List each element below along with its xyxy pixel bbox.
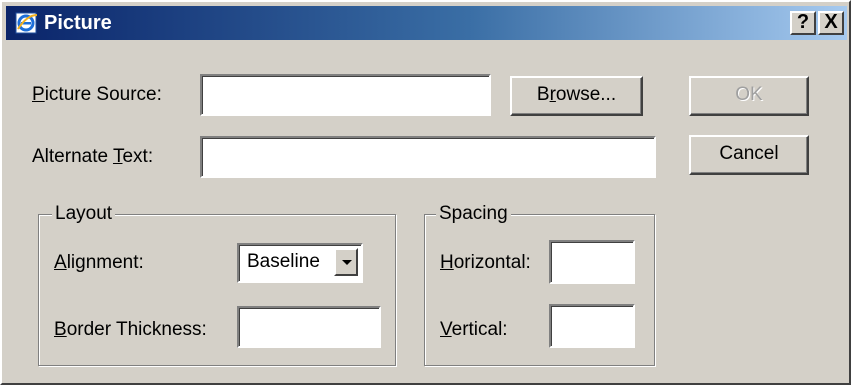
horizontal-label-accel: H: [440, 252, 454, 273]
border-thickness-input[interactable]: [237, 306, 381, 348]
horizontal-label-text: orizontal:: [453, 252, 531, 273]
vertical-label: Vertical:: [440, 319, 508, 341]
alternate-text-label: Alternate Text:: [32, 146, 153, 168]
alternate-text-label-post: ext:: [122, 146, 154, 167]
layout-group-title: Layout: [52, 204, 116, 224]
alignment-label-accel: A: [54, 252, 67, 273]
close-button[interactable]: X: [818, 11, 844, 35]
title-bar[interactable]: Picture ? X: [6, 6, 847, 40]
alignment-label: Alignment:: [54, 252, 144, 274]
picture-dialog: Picture ? X Picture Source: Browse... OK…: [0, 0, 851, 385]
alignment-label-text: lignment:: [66, 252, 144, 273]
window-title: Picture: [44, 12, 112, 34]
chevron-down-icon[interactable]: [334, 248, 358, 276]
border-thickness-label: Border Thickness:: [54, 319, 207, 341]
border-thickness-label-accel: B: [54, 319, 67, 340]
vertical-spacing-input[interactable]: [549, 304, 635, 348]
help-button[interactable]: ?: [790, 11, 816, 35]
alternate-text-label-pre: Alternate: [32, 146, 113, 167]
ok-button[interactable]: OK: [689, 76, 809, 116]
horizontal-spacing-input[interactable]: [549, 240, 635, 284]
browse-button[interactable]: Browse...: [510, 76, 643, 116]
vertical-label-accel: V: [440, 319, 452, 340]
picture-source-label-accel: P: [32, 84, 45, 105]
browse-label-pre: B: [536, 84, 550, 105]
internet-explorer-icon: [15, 12, 38, 34]
alignment-select[interactable]: Baseline: [237, 243, 363, 283]
picture-source-input[interactable]: [200, 74, 491, 116]
vertical-label-text: ertical:: [451, 319, 508, 340]
browse-label-post: owse...: [555, 84, 617, 105]
spacing-group-title: Spacing: [436, 204, 511, 224]
horizontal-label: Horizontal:: [440, 252, 531, 274]
cancel-button[interactable]: Cancel: [689, 135, 809, 175]
alignment-selected-value: Baseline: [247, 251, 320, 272]
picture-source-label: Picture Source:: [32, 84, 162, 106]
alternate-text-input[interactable]: [200, 136, 656, 178]
border-thickness-label-text: order Thickness:: [66, 319, 207, 340]
picture-source-label-text: icture Source:: [44, 84, 162, 105]
